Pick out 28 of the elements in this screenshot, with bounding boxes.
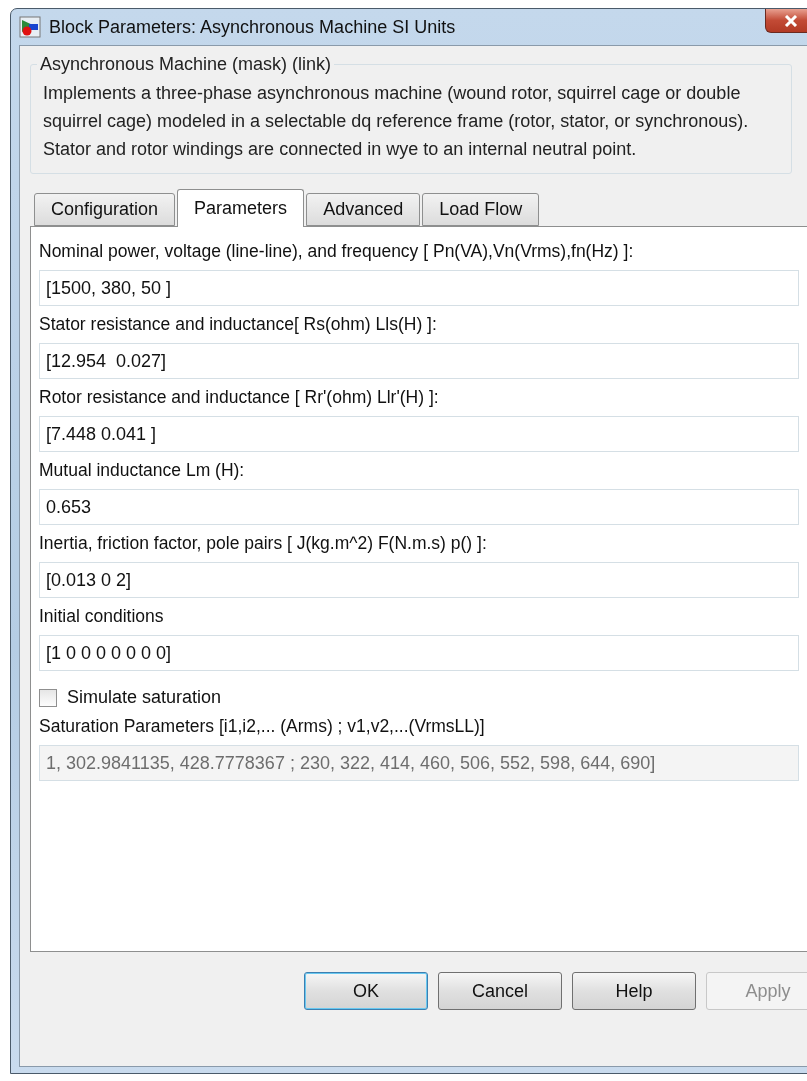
parameter-field[interactable]: [12.954 0.027] bbox=[39, 343, 799, 379]
parameter-field[interactable]: [7.448 0.041 ] bbox=[39, 416, 799, 452]
parameter-field[interactable]: [1 0 0 0 0 0 0 0] bbox=[39, 635, 799, 671]
parameter-field[interactable]: 0.653 bbox=[39, 489, 799, 525]
tab[interactable]: Configuration bbox=[34, 193, 176, 226]
block-icon bbox=[19, 16, 41, 38]
parameter-field[interactable]: [0.013 0 2] bbox=[39, 562, 799, 598]
window-title: Block Parameters: Asynchronous Machine SI Units bbox=[49, 16, 456, 38]
close-button[interactable] bbox=[765, 9, 807, 33]
block-description: Implements a three-phase asynchronous machine (wound rotor, squirrel cage or double squirrel cage) modeled in a selectable dq reference frame (rotor, stator, or synchronous). Stator and rotor windings are connected in wye to an internal neutral point. bbox=[43, 82, 750, 161]
tab[interactable]: Load Flow bbox=[422, 193, 540, 226]
dialog-button[interactable]: OK bbox=[304, 972, 428, 1010]
group-title: Asynchronous Machine (mask) (link) bbox=[39, 54, 333, 75]
checkbox[interactable] bbox=[39, 688, 57, 707]
parameter-field[interactable]: [1500, 380, 50 ] bbox=[39, 270, 799, 306]
parameter-label: Saturation Parameters [i1,i2,... (Arms) ; v1,v2,...(VrmsLL)] bbox=[39, 716, 486, 737]
dialog-button[interactable]: Help bbox=[572, 972, 696, 1010]
tab[interactable]: Parameters bbox=[177, 189, 305, 227]
parameter-label: Initial conditions bbox=[39, 606, 165, 627]
checkbox-label: Simulate saturation bbox=[67, 687, 222, 708]
parameter-label: Inertia, friction factor, pole pairs [ J(kg.m^2) F(N.m.s) p() ]: bbox=[39, 533, 488, 554]
tab[interactable]: Advanced bbox=[306, 193, 421, 226]
parameter-label: Mutual inductance Lm (H): bbox=[39, 460, 246, 481]
close-icon bbox=[784, 14, 798, 27]
parameter-label: Rotor resistance and inductance [ Rr'(ohm) Llr'(H) ]: bbox=[39, 387, 440, 408]
dialog-button[interactable]: Cancel bbox=[438, 972, 562, 1010]
parameter-label: Nominal power, voltage (line-line), and frequency [ Pn(VA),Vn(Vrms),fn(Hz) ]: bbox=[39, 241, 635, 262]
parameter-label: Stator resistance and inductance[ Rs(ohm) Lls(H) ]: bbox=[39, 314, 438, 335]
